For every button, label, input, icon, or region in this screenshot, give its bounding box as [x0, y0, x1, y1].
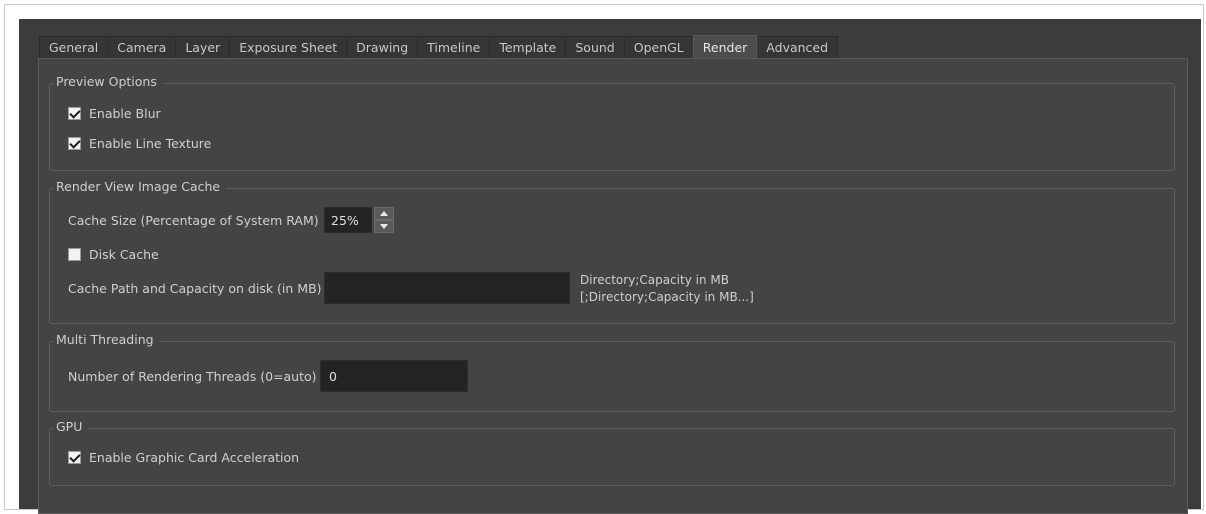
tab-template[interactable]: Template [489, 36, 567, 58]
threads-input[interactable]: 0 [320, 360, 468, 392]
preferences-panel: General Camera Layer Exposure Sheet Draw… [19, 19, 1201, 514]
multi-threading-group: Multi Threading Number of Rendering Thre… [49, 332, 1175, 412]
enable-line-texture-checkbox[interactable] [68, 136, 81, 150]
tab-render[interactable]: Render [692, 35, 758, 58]
enable-gpu-checkbox[interactable] [68, 450, 81, 464]
tab-timeline[interactable]: Timeline [417, 36, 491, 58]
stepper-up-button[interactable] [374, 207, 394, 220]
enable-gpu-label: Enable Graphic Card Acceleration [89, 449, 300, 465]
enable-blur-checkbox[interactable] [68, 106, 81, 120]
enable-line-texture-label: Enable Line Texture [89, 135, 212, 151]
tab-exposure-sheet[interactable]: Exposure Sheet [229, 36, 348, 58]
render-view-image-cache-group: Render View Image Cache Cache Size (Perc… [49, 179, 1175, 324]
tab-drawing[interactable]: Drawing [346, 36, 419, 58]
enable-blur-row[interactable]: Enable Blur [68, 105, 161, 121]
multi-threading-title: Multi Threading [54, 332, 160, 348]
stepper-down-button[interactable] [374, 220, 394, 233]
disk-cache-label: Disk Cache [89, 246, 159, 262]
cache-path-hint-line2: [;Directory;Capacity in MB...] [580, 290, 754, 304]
render-tab-pane: Preview Options Enable Blur Enable Line … [38, 58, 1188, 514]
cache-size-stepper[interactable] [374, 207, 394, 233]
cache-path-label: Cache Path and Capacity on disk (in MB) [68, 281, 322, 296]
cache-size-input[interactable]: 25% [324, 207, 372, 233]
gpu-title: GPU [54, 419, 89, 435]
cache-path-input[interactable] [324, 272, 570, 304]
preview-options-group: Preview Options Enable Blur Enable Line … [49, 74, 1175, 171]
tab-bar: General Camera Layer Exposure Sheet Draw… [39, 35, 839, 58]
cache-size-label: Cache Size (Percentage of System RAM) [68, 213, 319, 228]
preview-options-title: Preview Options [54, 74, 163, 90]
enable-line-texture-row[interactable]: Enable Line Texture [68, 135, 211, 151]
tab-opengl[interactable]: OpenGL [623, 36, 694, 58]
enable-blur-label: Enable Blur [89, 105, 161, 121]
disk-cache-checkbox[interactable] [68, 247, 81, 261]
arrow-up-icon [380, 211, 388, 216]
enable-gpu-row[interactable]: Enable Graphic Card Acceleration [68, 449, 299, 465]
cache-path-hint-line1: Directory;Capacity in MB [580, 273, 729, 287]
disk-cache-row[interactable]: Disk Cache [68, 246, 159, 262]
arrow-down-icon [380, 224, 388, 229]
tab-camera[interactable]: Camera [107, 36, 177, 58]
render-cache-title: Render View Image Cache [54, 179, 227, 195]
tab-advanced[interactable]: Advanced [756, 36, 839, 58]
tab-sound[interactable]: Sound [565, 36, 625, 58]
tab-layer[interactable]: Layer [175, 36, 231, 58]
threads-label: Number of Rendering Threads (0=auto) [68, 369, 317, 384]
gpu-group: GPU Enable Graphic Card Acceleration [49, 419, 1175, 486]
tab-general[interactable]: General [39, 36, 109, 58]
